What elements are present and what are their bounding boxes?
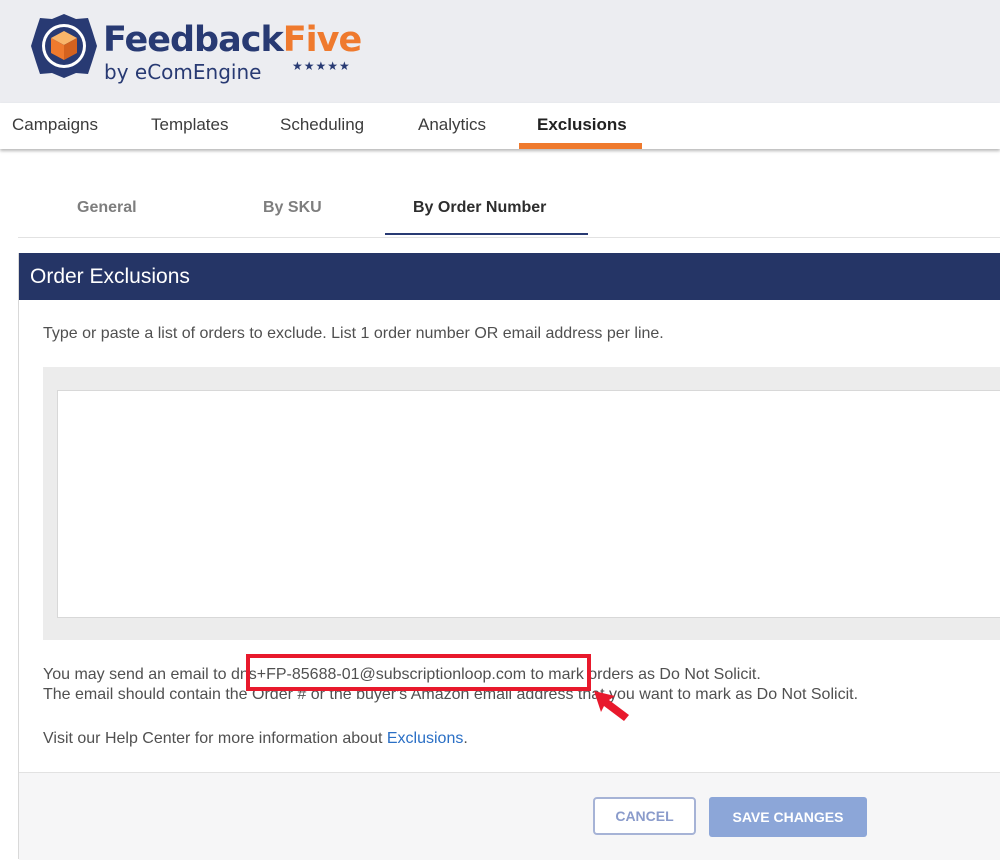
main-nav: Campaigns Templates Scheduling Analytics… [0, 103, 1000, 149]
subtab-general[interactable]: General [77, 185, 137, 235]
nav-item-campaigns[interactable]: Campaigns [12, 103, 98, 149]
brand-byline: by eComEngine [104, 60, 262, 84]
order-exclusions-panel: Order Exclusions Type or paste a list of… [18, 253, 1000, 859]
panel-title: Order Exclusions [19, 253, 1000, 300]
app-header: FeedbackFive by eComEngine ★★★★★ [0, 0, 1000, 103]
email-note-prefix: You may send an email to [43, 666, 231, 683]
help-prefix: Visit our Help Center for more informati… [43, 730, 387, 747]
instructions-text: Type or paste a list of orders to exclud… [43, 325, 664, 342]
subtab-active-indicator [385, 233, 588, 235]
nav-item-scheduling[interactable]: Scheduling [280, 103, 364, 149]
exclusion-subtabs: General By SKU By Order Number [18, 185, 1000, 238]
help-suffix: . [463, 730, 468, 747]
exclusions-help-link[interactable]: Exclusions [387, 730, 463, 747]
brand-logo-text: FeedbackFive [103, 20, 362, 60]
brand-name-part2: Five [282, 20, 362, 60]
order-list-textarea[interactable] [57, 390, 1000, 618]
red-arrow-icon [594, 691, 629, 721]
subtab-by-sku[interactable]: By SKU [263, 185, 322, 235]
form-footer: CANCEL SAVE CHANGES [19, 772, 1000, 860]
cancel-button[interactable]: CANCEL [593, 797, 696, 835]
save-changes-button[interactable]: SAVE CHANGES [709, 797, 867, 837]
nav-item-analytics[interactable]: Analytics [418, 103, 486, 149]
help-center-text: Visit our Help Center for more informati… [43, 729, 468, 749]
nav-active-indicator [519, 143, 642, 149]
textarea-container [43, 367, 1000, 640]
nav-item-templates[interactable]: Templates [151, 103, 228, 149]
subtab-by-order-number[interactable]: By Order Number [413, 185, 546, 235]
email-highlight-box [246, 654, 591, 691]
brand-stars: ★★★★★ [292, 59, 351, 73]
brand-name-part1: Feedback [103, 20, 284, 60]
box-gear-icon [31, 14, 97, 78]
